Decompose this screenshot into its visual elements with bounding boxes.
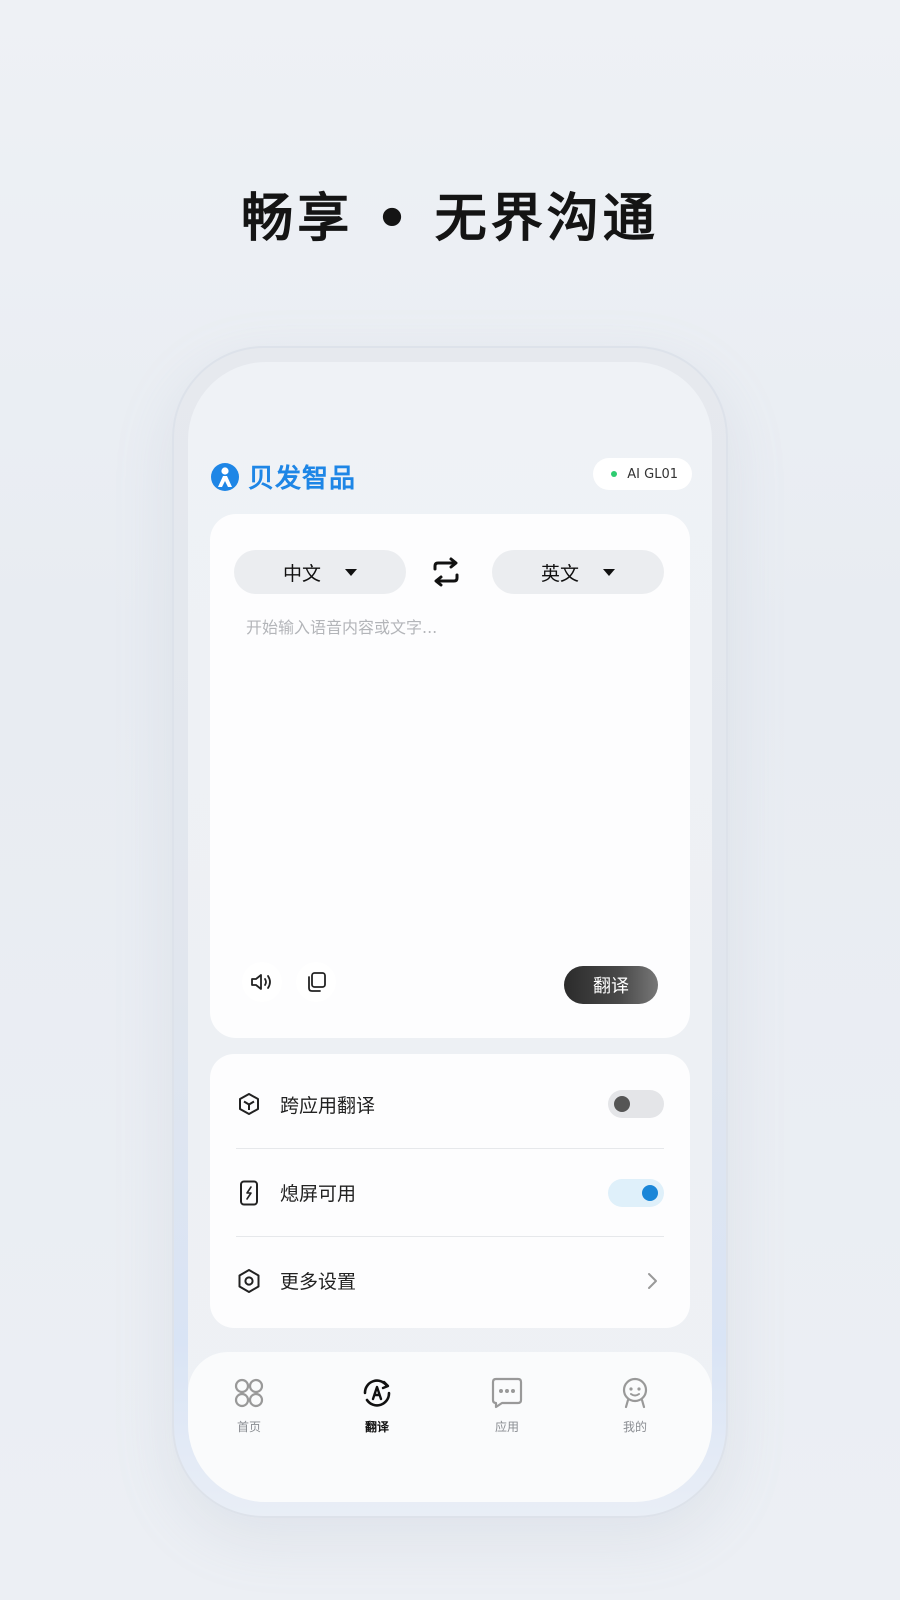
translator-card: 中文 英文 翻译 (210, 514, 690, 1038)
app-screen: 贝发智品 AI GL01 中文 英文 开始输入语音内容或文字... 翻译 跨应用… (188, 362, 712, 1502)
caret-down-icon (603, 568, 615, 576)
setting-row-cross-app: 跨应用翻译 (236, 1060, 664, 1148)
target-language-select[interactable]: 英文 (492, 550, 664, 594)
translate-icon (363, 1379, 391, 1407)
tab-apps[interactable]: 应用 (462, 1376, 552, 1435)
settings-card: 跨应用翻译 熄屏可用 更多设置 (210, 1054, 690, 1328)
setting-row-more[interactable]: 更多设置 (236, 1236, 664, 1324)
tab-label: 应用 (494, 1420, 519, 1434)
tab-label: 我的 (622, 1420, 647, 1434)
setting-label: 跨应用翻译 (280, 1094, 376, 1117)
chat-dots-icon (491, 1377, 523, 1409)
hexagon-gear-icon (236, 1268, 262, 1294)
tab-label: 首页 (236, 1420, 261, 1434)
tab-me[interactable]: 我的 (590, 1376, 680, 1435)
setting-label: 更多设置 (280, 1271, 357, 1293)
target-language-label: 英文 (540, 562, 579, 585)
brand-name: 贝发智品 (248, 464, 357, 494)
device-status-pill[interactable]: AI GL01 (593, 458, 692, 490)
caret-down-icon (345, 568, 357, 576)
tab-label: 翻译 (364, 1420, 389, 1434)
source-language-label: 中文 (282, 562, 321, 585)
screen-off-available-toggle[interactable] (608, 1178, 664, 1207)
brand-logo-icon (211, 462, 239, 491)
copy-icon (308, 972, 326, 992)
top-bar: 贝发智品 AI GL01 (210, 458, 692, 495)
setting-label: 熄屏可用 (280, 1183, 357, 1205)
person-icon (622, 1377, 648, 1409)
source-language-select[interactable]: 中文 (234, 550, 406, 594)
swap-languages-icon[interactable] (429, 556, 463, 588)
cube-icon (236, 1091, 262, 1117)
tab-translate[interactable]: 翻译 (332, 1376, 422, 1435)
brand: 贝发智品 (210, 458, 356, 495)
phone-flash-icon (236, 1180, 262, 1206)
speak-button[interactable] (242, 962, 282, 1002)
grid-icon (234, 1378, 264, 1408)
promo-headline: 畅享 • 无界沟通 (241, 189, 659, 249)
speaker-icon (251, 974, 271, 990)
translation-input[interactable] (246, 614, 666, 934)
device-label: AI GL01 (627, 466, 678, 482)
toggle-knob (614, 1096, 630, 1112)
connection-status-dot (611, 471, 618, 477)
translate-button[interactable]: 翻译 (564, 966, 658, 1004)
tab-home[interactable]: 首页 (204, 1376, 294, 1435)
chevron-right-icon (648, 1273, 657, 1289)
setting-row-screen-off: 熄屏可用 (236, 1148, 664, 1236)
bottom-tab-bar: 首页 翻译 应用 我的 (188, 1352, 712, 1502)
toggle-knob (642, 1184, 658, 1201)
copy-button[interactable] (296, 962, 336, 1002)
cross-app-translate-toggle[interactable] (608, 1090, 664, 1118)
